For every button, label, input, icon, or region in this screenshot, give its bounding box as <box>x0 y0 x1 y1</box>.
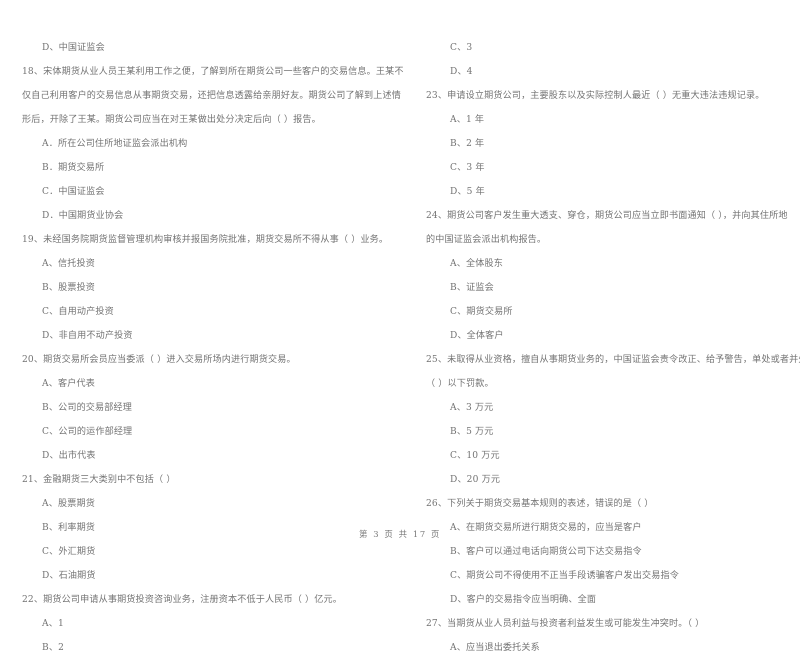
two-column-body: D、中国证监会 18、宋体期货从业人员王某利用工作之便，了解到所在期货公司一些客户… <box>0 36 800 660</box>
answer-option: D．中国期货业协会 <box>42 211 124 221</box>
right-column: C、3 D、4 23、申请设立期货公司，主要股东以及实际控制人最近（ ）无重大违法违… <box>400 36 800 660</box>
answer-option: C、3 年 <box>450 163 485 173</box>
question-text: 22、期货公司申请从事期货投资咨询业务，注册资本不低于人民币（ ）亿元。 <box>22 595 342 605</box>
page-footer: 第 3 页 共 17 页 <box>359 529 441 539</box>
answer-option: D、石油期货 <box>42 571 96 581</box>
answer-option: A、1 年 <box>450 115 485 125</box>
answer-option: B、2 <box>42 643 65 653</box>
answer-option: C、外汇期货 <box>42 547 96 557</box>
answer-option: C、3 <box>450 43 473 53</box>
question-text-continuation: 仅自己利用客户的交易信息从事期货交易，还把信息透露给亲朋好友。期货公司了解到上述… <box>22 91 401 101</box>
exam-page: D、中国证监会 18、宋体期货从业人员王某利用工作之便，了解到所在期货公司一些客户… <box>0 0 800 653</box>
answer-option: A．所在公司住所地证监会派出机构 <box>42 139 188 149</box>
answer-option: C．中国证监会 <box>42 187 105 197</box>
answer-option: A、信托投资 <box>42 259 95 269</box>
answer-option: A、股票期货 <box>42 499 95 509</box>
question-text-continuation: 形后，开除了王某。期货公司应当在对王某做出处分决定后向（ ）报告。 <box>22 115 321 125</box>
answer-option: B、公司的交易部经理 <box>42 403 133 413</box>
question-text: 26、下列关于期货交易基本规则的表述，错误的是（ ） <box>426 499 654 509</box>
question-text: 23、申请设立期货公司，主要股东以及实际控制人最近（ ）无重大违法违规记录。 <box>426 91 765 101</box>
question-text: 24、期货公司客户发生重大透支、穿仓，期货公司应当立即书面通知（ ），并向其住所… <box>426 211 788 221</box>
question-text: 21、金融期货三大类别中不包括（ ） <box>22 475 176 485</box>
question-text: 19、未经国务院期货监督管理机构审核并报国务院批准，期货交易所不得从事（ ）业务… <box>22 235 389 245</box>
answer-option: B、股票投资 <box>42 283 96 293</box>
question-text: 27、当期货从业人员利益与投资者利益发生或可能发生冲突时。（ ） <box>426 619 705 629</box>
answer-option: C、期货公司不得使用不正当手段诱骗客户发出交易指令 <box>450 571 679 581</box>
answer-option: D、4 <box>450 67 473 77</box>
question-text-continuation: 的中国证监会派出机构报告。 <box>426 235 547 245</box>
question-text: 25、未取得从业资格，擅自从事期货业务的，中国证监会责令改正、给予警告，单处或者… <box>426 355 800 365</box>
answer-option: A、应当退出委托关系 <box>450 643 540 653</box>
question-text-continuation: （ ）以下罚款。 <box>426 379 494 389</box>
answer-option: A、客户代表 <box>42 379 95 389</box>
answer-option: A、1 <box>42 619 64 629</box>
answer-option: D、20 万元 <box>450 475 501 485</box>
answer-option: B、证监会 <box>450 283 494 293</box>
answer-option: C、期货交易所 <box>450 307 513 317</box>
question-text: 20、期货交易所会员应当委派（ ）进入交易所场内进行期货交易。 <box>22 355 296 365</box>
answer-option: C、自用动产投资 <box>42 307 114 317</box>
answer-option: B、2 年 <box>450 139 485 149</box>
answer-option: D、非自用不动产投资 <box>42 331 133 341</box>
answer-option: A、全体股东 <box>450 259 503 269</box>
answer-option: D、客户的交易指令应当明确、全面 <box>450 595 597 605</box>
question-text: 18、宋体期货从业人员王某利用工作之便，了解到所在期货公司一些客户的交易信息。王… <box>22 67 404 77</box>
answer-option: B．期货交易所 <box>42 163 105 173</box>
left-column: D、中国证监会 18、宋体期货从业人员王某利用工作之便，了解到所在期货公司一些客户… <box>0 36 404 660</box>
answer-option: D、出市代表 <box>42 451 96 461</box>
answer-option: C、公司的运作部经理 <box>42 427 133 437</box>
answer-option: A、3 万元 <box>450 403 494 413</box>
answer-option: C、10 万元 <box>450 451 500 461</box>
answer-option: D、全体客户 <box>450 331 504 341</box>
answer-option: D、5 年 <box>450 187 485 197</box>
answer-option: D、中国证监会 <box>42 43 105 53</box>
answer-option: B、客户可以通过电话向期货公司下达交易指令 <box>450 547 642 557</box>
answer-option: B、5 万元 <box>450 427 494 437</box>
